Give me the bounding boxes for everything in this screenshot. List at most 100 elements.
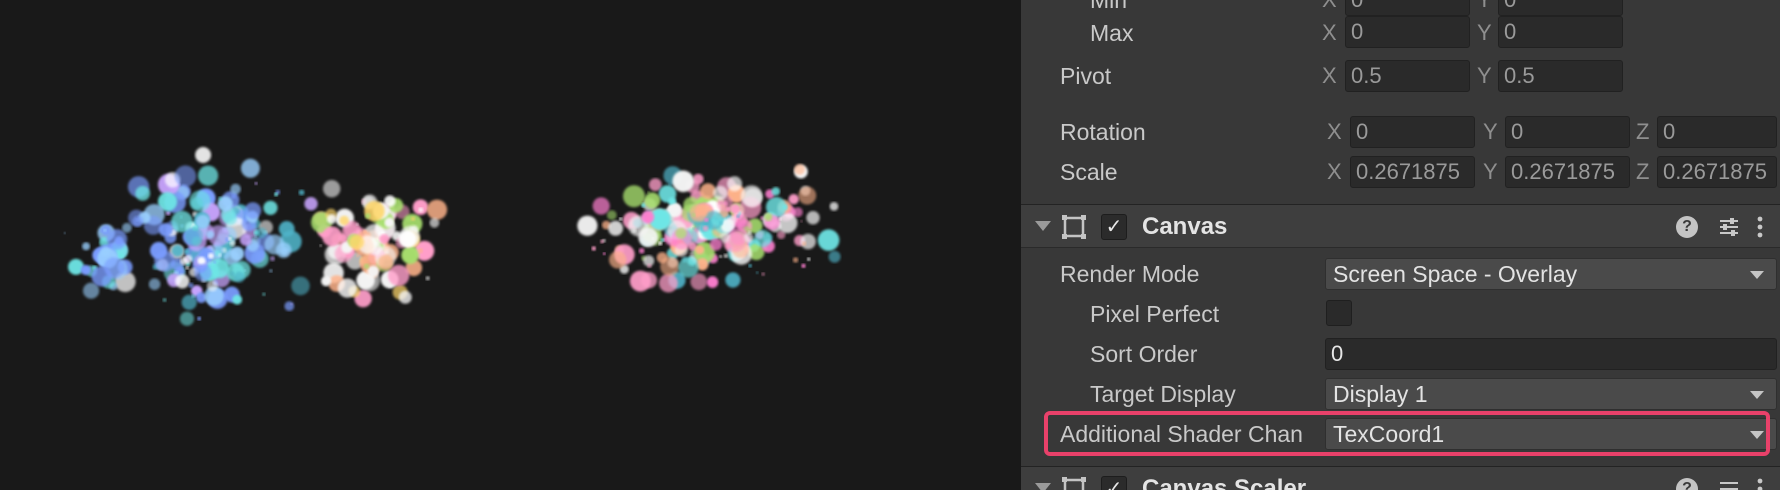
scale-y-axis-label: Y <box>1483 159 1498 184</box>
rotation-y-field[interactable]: 0 <box>1505 116 1630 148</box>
particle <box>727 233 747 252</box>
particle <box>788 194 799 205</box>
particle <box>660 238 665 243</box>
particle <box>284 301 295 311</box>
chevron-down-icon <box>1750 271 1764 279</box>
particle <box>659 273 678 293</box>
min-y-field[interactable]: 0 <box>1498 0 1623 16</box>
chevron-down-icon <box>1750 391 1764 399</box>
scale-y-field[interactable]: 0.2671875 <box>1505 156 1630 188</box>
particle <box>644 192 661 209</box>
particle <box>184 227 204 246</box>
max-y-axis-label: Y <box>1477 20 1492 45</box>
particle <box>319 244 322 247</box>
rotation-x-field[interactable]: 0 <box>1350 116 1475 148</box>
particle <box>207 252 214 259</box>
particle <box>792 257 799 263</box>
particle <box>230 246 245 261</box>
particle <box>401 246 419 264</box>
canvas-scaler-component-header[interactable]: ✓ Canvas Scaler ? <box>1021 466 1780 490</box>
particle <box>658 185 677 203</box>
sort-order-field[interactable]: 0 <box>1325 338 1777 370</box>
particle <box>337 278 357 298</box>
particle <box>619 217 623 221</box>
particle <box>718 200 723 205</box>
particle <box>291 276 310 296</box>
particle-system-preview <box>63 147 841 326</box>
particle <box>63 232 66 235</box>
particle <box>706 276 719 288</box>
particle <box>412 199 429 215</box>
particle <box>807 257 811 261</box>
scale-x-field[interactable]: 0.2671875 <box>1350 156 1475 188</box>
particle <box>122 222 132 233</box>
particle <box>725 272 741 288</box>
particle <box>398 290 412 304</box>
particle <box>226 205 231 210</box>
particle <box>158 223 173 237</box>
target-display-dropdown[interactable]: Display 1 <box>1325 378 1777 410</box>
context-menu-icon[interactable] <box>1747 214 1773 240</box>
particle <box>736 214 740 218</box>
particle <box>418 207 424 213</box>
particle <box>638 248 645 254</box>
particle <box>256 227 267 239</box>
rotation-z-field[interactable]: 0 <box>1657 116 1777 148</box>
scene-view[interactable] <box>0 0 1021 490</box>
particle <box>794 164 805 175</box>
particle <box>702 225 709 231</box>
particle <box>174 165 197 187</box>
scale-z-field[interactable]: 0.2671875 <box>1657 156 1777 188</box>
additional-shader-channels-dropdown[interactable]: TexCoord1 <box>1325 418 1777 450</box>
particle <box>254 182 258 185</box>
particle <box>828 250 841 263</box>
particle <box>185 266 189 270</box>
particle <box>162 298 167 302</box>
canvas-component-header[interactable]: ✓ Canvas ? <box>1021 204 1780 248</box>
pixel-perfect-checkbox[interactable] <box>1326 300 1352 326</box>
particle <box>411 223 415 226</box>
canvas-scaler-enabled-checkbox[interactable]: ✓ <box>1101 476 1127 490</box>
context-menu-icon[interactable] <box>1747 476 1773 490</box>
particle <box>180 257 188 266</box>
particle <box>771 187 781 196</box>
max-x-field[interactable]: 0 <box>1345 16 1470 48</box>
particle <box>304 197 318 211</box>
foldout-arrow-icon[interactable] <box>1035 483 1051 490</box>
particle <box>668 203 682 218</box>
particle <box>148 278 161 291</box>
particle <box>198 165 219 186</box>
canvas-enabled-checkbox[interactable]: ✓ <box>1101 214 1127 240</box>
particle <box>740 185 763 208</box>
particle <box>631 228 637 233</box>
chevron-down-icon <box>1750 431 1764 439</box>
particle <box>800 220 803 223</box>
help-icon[interactable]: ? <box>1676 478 1698 490</box>
particle <box>194 264 212 282</box>
particle <box>264 234 285 255</box>
particle <box>727 215 737 225</box>
particle <box>800 233 816 250</box>
additional-shader-channels-value: TexCoord1 <box>1333 421 1445 447</box>
help-icon[interactable]: ? <box>1676 216 1698 238</box>
pivot-y-field[interactable]: 0.5 <box>1498 60 1623 92</box>
pivot-x-field[interactable]: 0.5 <box>1345 60 1470 92</box>
particle <box>195 214 210 229</box>
presets-icon[interactable] <box>1716 476 1742 490</box>
render-mode-dropdown[interactable]: Screen Space - Overlay <box>1325 258 1777 290</box>
rotation-label: Rotation <box>1060 119 1146 145</box>
max-y-field[interactable]: 0 <box>1498 16 1623 48</box>
foldout-arrow-icon[interactable] <box>1035 221 1051 231</box>
render-mode-label: Render Mode <box>1060 261 1200 287</box>
particle <box>262 292 266 296</box>
particle <box>206 230 215 239</box>
particle <box>321 276 332 287</box>
particle <box>363 263 370 269</box>
inspector-panel: Min X 0 Y 0 Max X 0 Y 0 Pivot X 0.5 Y 0.… <box>1021 0 1780 490</box>
min-x-field[interactable]: 0 <box>1345 0 1470 16</box>
particle <box>647 191 650 194</box>
presets-icon[interactable] <box>1716 214 1742 240</box>
particle <box>378 254 394 271</box>
max-label: Max <box>1090 20 1134 46</box>
particle <box>195 147 212 163</box>
